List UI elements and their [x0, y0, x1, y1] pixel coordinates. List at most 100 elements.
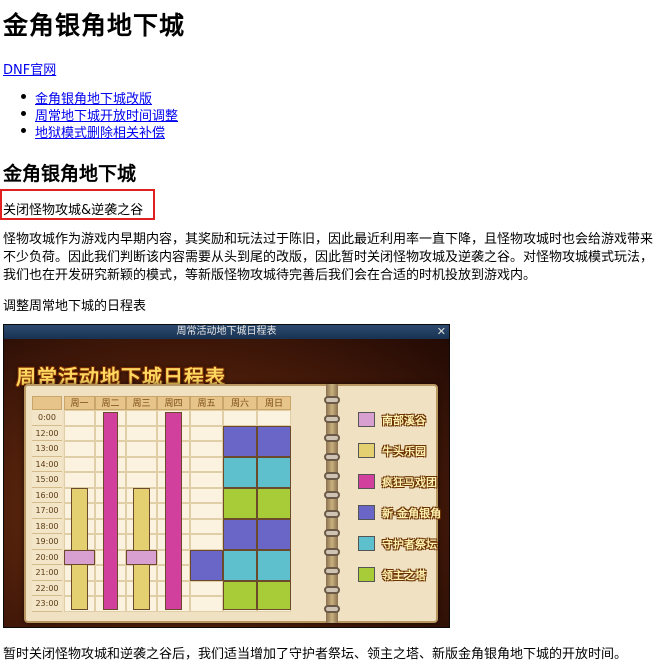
time-label: 21:00 — [32, 565, 62, 581]
day-header: 周五 — [190, 396, 223, 410]
schedule-bar — [223, 549, 257, 581]
window-body: 周常活动地下城日程表 周一 周二 周三 周四 周五 周六 周日 0:00 12:00 13:00 1… — [4, 339, 449, 627]
legend-swatch — [358, 443, 375, 458]
schedule-bar — [223, 580, 257, 610]
spine-ring — [324, 567, 340, 575]
legend-swatch — [358, 474, 375, 489]
grid-cell — [126, 425, 157, 441]
page-title: 金角银角地下城 — [3, 11, 186, 40]
schedule-bar — [223, 518, 257, 550]
grid-cell — [190, 534, 223, 550]
schedule-screenshot-window: 周常活动地下城日程表 ✕ 周常活动地下城日程表 周一 周二 周三 周四 周五 周六 周日 0:… — [3, 324, 450, 628]
spine-ring — [324, 491, 340, 499]
grid-cell — [190, 441, 223, 457]
day-header: 周四 — [157, 396, 190, 410]
spine-ring — [324, 548, 340, 556]
spine-ring — [324, 586, 340, 594]
legend-label: 领主之塔 — [382, 569, 426, 582]
grid-cell — [64, 410, 95, 426]
grid-cell — [190, 472, 223, 488]
grid-cell — [190, 456, 223, 472]
grid-cell — [257, 410, 291, 426]
schedule-bar — [165, 411, 182, 610]
grid-cell — [190, 518, 223, 534]
day-header: 周二 — [95, 396, 126, 410]
grid-cell — [126, 410, 157, 426]
grid-cell — [126, 472, 157, 488]
time-label: 14:00 — [32, 456, 62, 472]
schedule-legend: 南部溪谷牛头乐园疯狂马戏团新·金角银角 守护者祭坛领主之塔 — [340, 386, 441, 621]
nav-item-dungeon-revamp: 金角银角地下城改版 — [17, 88, 178, 107]
time-label: 19:00 — [32, 534, 62, 550]
grid-cell — [64, 425, 95, 441]
legend-swatch — [358, 412, 375, 427]
paragraph-monster-siege: 怪物攻城作为游戏内早期内容，其奖励和玩法过于陈旧，因此最近利用率一直下降，且怪物… — [3, 232, 654, 283]
grid-cell — [190, 425, 223, 441]
time-label: 12:00 — [32, 425, 62, 441]
schedule-book: 周一 周二 周三 周四 周五 周六 周日 0:00 12:00 13:00 14:00 15:00 16… — [24, 384, 441, 623]
section-title: 金角银角地下城 — [3, 163, 137, 185]
grid-cell — [190, 410, 223, 426]
schedule-bar — [257, 518, 291, 550]
time-label: 0:00 — [32, 410, 62, 426]
grid-cell — [64, 456, 95, 472]
grid-cell — [64, 472, 95, 488]
legend-label: 新·金角银角 — [382, 507, 442, 520]
time-label: 18:00 — [32, 518, 62, 534]
schedule-bar — [223, 456, 257, 488]
window-title: 周常活动地下城日程表 — [176, 326, 277, 337]
time-label: 13:00 — [32, 441, 62, 457]
grid-cell — [126, 456, 157, 472]
grid-cell — [190, 487, 223, 503]
schedule-bar — [190, 549, 223, 581]
schedule-bar — [257, 580, 291, 610]
legend-label: 疯狂马戏团 — [382, 476, 437, 489]
schedule-bar — [257, 425, 291, 457]
spine-ring — [324, 472, 340, 480]
close-icon: ✕ — [436, 325, 446, 338]
grid-cell — [64, 441, 95, 457]
paragraph-schedule-intro: 调整周常地下城的日程表 — [3, 299, 147, 314]
schedule-bar — [126, 549, 157, 565]
subheading: 关闭怪物攻城&逆袭之谷 — [3, 203, 144, 218]
day-header — [32, 396, 62, 410]
paragraph-extended-hours: 暂时关闭怪物攻城和逆袭之谷后，我们适当增加了守护者祭坛、领主之塔、新版金角银角地… — [3, 647, 628, 662]
time-label: 22:00 — [32, 580, 62, 596]
grid-cell — [223, 410, 257, 426]
day-header: 周日 — [257, 396, 291, 410]
nav-link-hell-mode-compensation[interactable]: 地狱模式删除相关补偿 — [35, 126, 165, 141]
legend-swatch — [358, 505, 375, 520]
grid-cell — [190, 580, 223, 596]
day-header: 周六 — [223, 396, 257, 410]
spine-ring — [324, 453, 340, 461]
legend-swatch — [358, 567, 375, 582]
spine-ring — [324, 605, 340, 613]
day-header: 周三 — [126, 396, 157, 410]
dnf-official-link[interactable]: DNF官网 — [3, 59, 56, 78]
schedule-bar — [257, 487, 291, 519]
time-label: 16:00 — [32, 487, 62, 503]
window-titlebar: 周常活动地下城日程表 ✕ — [4, 325, 449, 339]
schedule-bar — [223, 487, 257, 519]
time-label: 15:00 — [32, 472, 62, 488]
time-label: 17:00 — [32, 503, 62, 519]
spine-ring — [324, 510, 340, 518]
grid-cell — [190, 596, 223, 612]
grid-cell — [190, 503, 223, 519]
legend-label: 守护者祭坛 — [382, 538, 437, 551]
spine-ring — [324, 434, 340, 442]
schedule-bar — [64, 549, 95, 565]
schedule-bar — [103, 411, 118, 610]
spine-ring — [324, 396, 340, 404]
nav-item-hell-mode-compensation: 地狱模式删除相关补偿 — [17, 122, 178, 141]
legend-swatch — [358, 536, 375, 551]
grid-cell — [126, 441, 157, 457]
schedule-bar — [257, 456, 291, 488]
legend-label: 南部溪谷 — [382, 414, 426, 427]
time-label: 23:00 — [32, 596, 62, 612]
legend-label: 牛头乐园 — [382, 445, 426, 458]
nav-item-weekly-schedule: 周常地下城开放时间调整 — [17, 105, 178, 124]
schedule-bar — [257, 549, 291, 581]
spine-ring — [324, 529, 340, 537]
schedule-bar — [223, 425, 257, 457]
